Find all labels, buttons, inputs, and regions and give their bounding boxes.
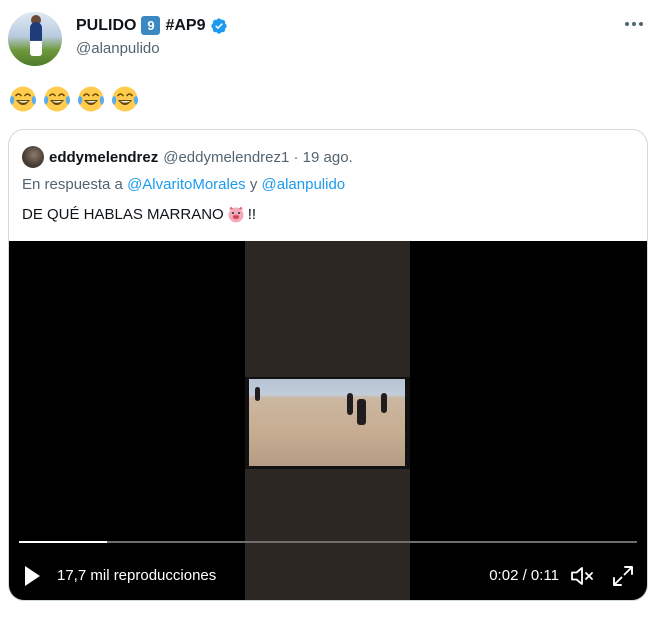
more-options-icon[interactable] (625, 18, 645, 30)
quoted-author-name[interactable]: eddymelendrez (49, 149, 158, 166)
video-figure (381, 393, 387, 413)
reply-mention-alanpulido[interactable]: @alanpulido (262, 176, 346, 193)
quoted-text-exclaim: !! (247, 205, 257, 223)
more-dot (632, 22, 636, 26)
reply-context: En respuesta a @AlvaritoMorales y @alanp… (22, 176, 345, 193)
video-progress-bar[interactable] (19, 541, 637, 543)
keycap-nine-emoji: 9 (141, 16, 161, 35)
video-time-display: 0:02 / 0:11 (489, 567, 559, 584)
author-avatar[interactable] (8, 12, 62, 66)
tweet-text-emojis (8, 84, 140, 114)
video-view-count: 17,7 mil reproducciones (57, 567, 217, 584)
quoted-author-avatar[interactable] (22, 146, 44, 168)
reply-joiner: y (249, 176, 258, 193)
verified-badge-icon (211, 17, 228, 34)
play-icon[interactable] (23, 565, 41, 587)
author-name[interactable]: PULIDO (76, 17, 136, 35)
quoted-text-main: DE QUÉ HABLAS MARRANO (22, 205, 224, 223)
reply-mention-alvaritomorales[interactable]: @AlvaritoMorales (127, 176, 246, 193)
face-with-tears-of-joy-emoji-icon (77, 86, 105, 112)
more-dot (639, 22, 643, 26)
pig-face-emoji-icon (228, 206, 244, 223)
quoted-tweet-text: DE QUÉ HABLAS MARRANO !! (22, 204, 256, 224)
video-figure (347, 393, 353, 415)
quoted-author-handle-date: @eddymelendrez1 · 19 ago. (163, 148, 353, 166)
author-hashtag: #AP9 (165, 16, 206, 34)
more-dot (625, 22, 629, 26)
face-with-tears-of-joy-emoji-icon (111, 86, 139, 112)
muted-speaker-icon[interactable] (569, 564, 595, 588)
quoted-tweet-card[interactable]: eddymelendrez @eddymelendrez1 · 19 ago. … (8, 129, 648, 601)
video-player[interactable]: 17,7 mil reproducciones 0:02 / 0:11 (9, 241, 647, 600)
video-progress-fill (19, 541, 108, 543)
author-handle[interactable]: @alanpulido (76, 40, 160, 57)
quoted-tweet-header: eddymelendrez @eddymelendrez1 · 19 ago. (22, 146, 353, 168)
author-name-row: PULIDO 9 #AP9 (76, 16, 228, 35)
video-figure (357, 399, 366, 425)
video-figure (255, 387, 260, 401)
avatar-player-body (30, 22, 42, 56)
reply-prefix: En respuesta a (22, 176, 123, 193)
video-controls: 17,7 mil reproducciones 0:02 / 0:11 (9, 563, 647, 589)
face-with-tears-of-joy-emoji-icon (43, 86, 71, 112)
face-with-tears-of-joy-emoji-icon (9, 86, 37, 112)
fullscreen-icon[interactable] (611, 564, 635, 588)
video-beach-scene (249, 379, 405, 466)
